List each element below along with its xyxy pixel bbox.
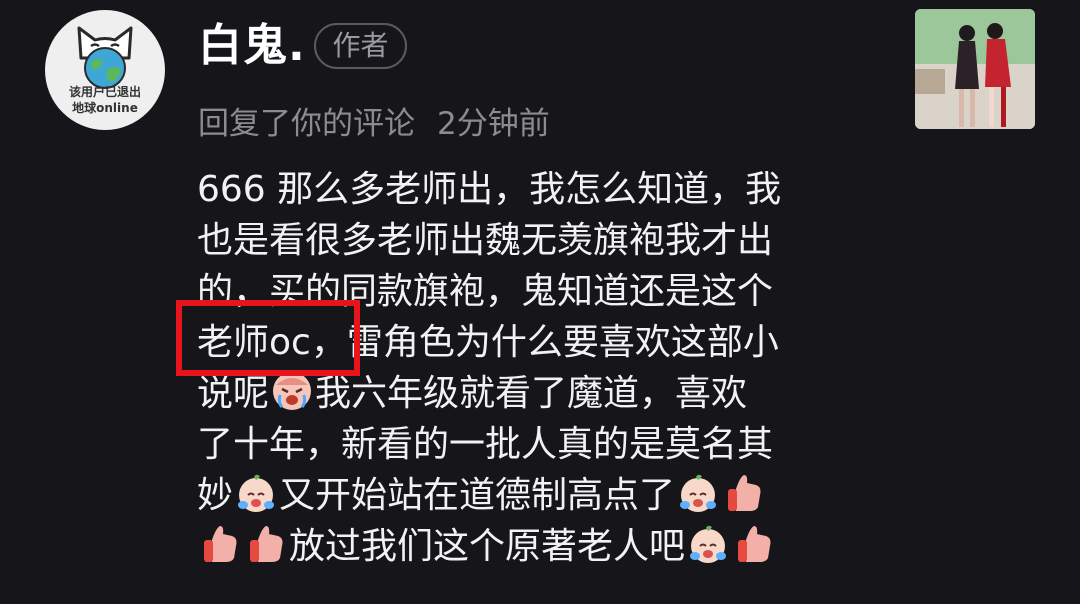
reply-meta: 回复了你的评论 2分钟前 — [198, 103, 550, 145]
comment-line: 妙 又开始站在道德制高点了 — [197, 470, 887, 521]
post-thumbnail-image — [915, 9, 1035, 129]
comment-line: 也是看很多老师出魏无羡旗袍我才出 — [197, 220, 774, 261]
comment-body: 666 那么多老师出，我怎么知道，我 也是看很多老师出魏无羡旗袍我才出 的，买的… — [197, 164, 887, 572]
avatar[interactable]: 该用户已退出 地球online — [45, 10, 165, 130]
thumbs-up-emoji-icon — [732, 522, 776, 566]
comment-line: 了十年，新看的一批人真的是莫名其 — [197, 424, 774, 465]
comment-text: 我六年级就看了魔道，喜欢 — [315, 373, 748, 414]
author-badge: 作者 — [314, 23, 407, 69]
thumbs-up-emoji-icon — [244, 522, 288, 566]
comment-line: 放过我们这个原著老人吧 — [197, 521, 887, 572]
avatar-caption-sub: 地球online — [72, 101, 138, 115]
crying-face-emoji-icon — [270, 369, 314, 413]
comment-line: 的，买的同款旗袍，鬼知道还是这个 — [197, 271, 774, 312]
comment-text: 放过我们这个原著老人吧 — [289, 526, 686, 567]
comment-text: 说呢 — [197, 373, 270, 414]
username[interactable]: 白鬼. — [198, 18, 306, 74]
crying-face-emoji-icon — [676, 471, 720, 515]
reply-action-text: 回复了你的评论 — [198, 106, 415, 142]
timestamp: 2分钟前 — [437, 106, 550, 142]
comment-text: 妙 — [197, 475, 234, 516]
comment-text: 又开始站在道德制高点了 — [279, 475, 676, 516]
thumbs-up-emoji-icon — [722, 471, 766, 515]
crying-face-emoji-icon — [234, 471, 278, 515]
avatar-caption: 该用户已退出 — [68, 85, 141, 99]
comment-line: 老师oc，雷角色为什么要喜欢这部小 — [197, 322, 779, 363]
post-thumbnail[interactable] — [915, 9, 1035, 129]
comment-line: 666 那么多老师出，我怎么知道，我 — [197, 169, 782, 210]
crying-face-emoji-icon — [686, 522, 730, 566]
comment-line: 说呢 我六年级就看了魔道，喜欢 — [197, 368, 887, 419]
thumbs-up-emoji-icon — [198, 522, 242, 566]
